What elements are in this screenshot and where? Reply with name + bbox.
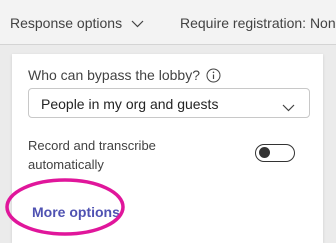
lobby-setting-label: Who can bypass the lobby? (28, 67, 221, 83)
response-options-label: Response options (10, 15, 123, 31)
chevron-down-icon (282, 99, 295, 117)
meeting-options-toolbar: Response options Require registration: N… (0, 0, 336, 45)
lobby-bypass-select[interactable]: People in my org and guests (28, 88, 310, 118)
lobby-label-text: Who can bypass the lobby? (28, 67, 200, 83)
lobby-bypass-value: People in my org and guests (41, 96, 219, 112)
require-registration-dropdown[interactable]: Require registration: Non (180, 15, 336, 31)
require-registration-label: Require registration: Non (180, 15, 336, 31)
record-transcribe-label: Record and transcribe automatically (28, 138, 156, 172)
chevron-down-icon (131, 15, 144, 31)
highlight-circle-annotation (5, 178, 125, 236)
record-transcribe-toggle[interactable] (255, 144, 295, 162)
info-icon[interactable] (206, 68, 221, 83)
response-options-dropdown[interactable]: Response options (10, 15, 144, 31)
toggle-knob (259, 147, 270, 158)
